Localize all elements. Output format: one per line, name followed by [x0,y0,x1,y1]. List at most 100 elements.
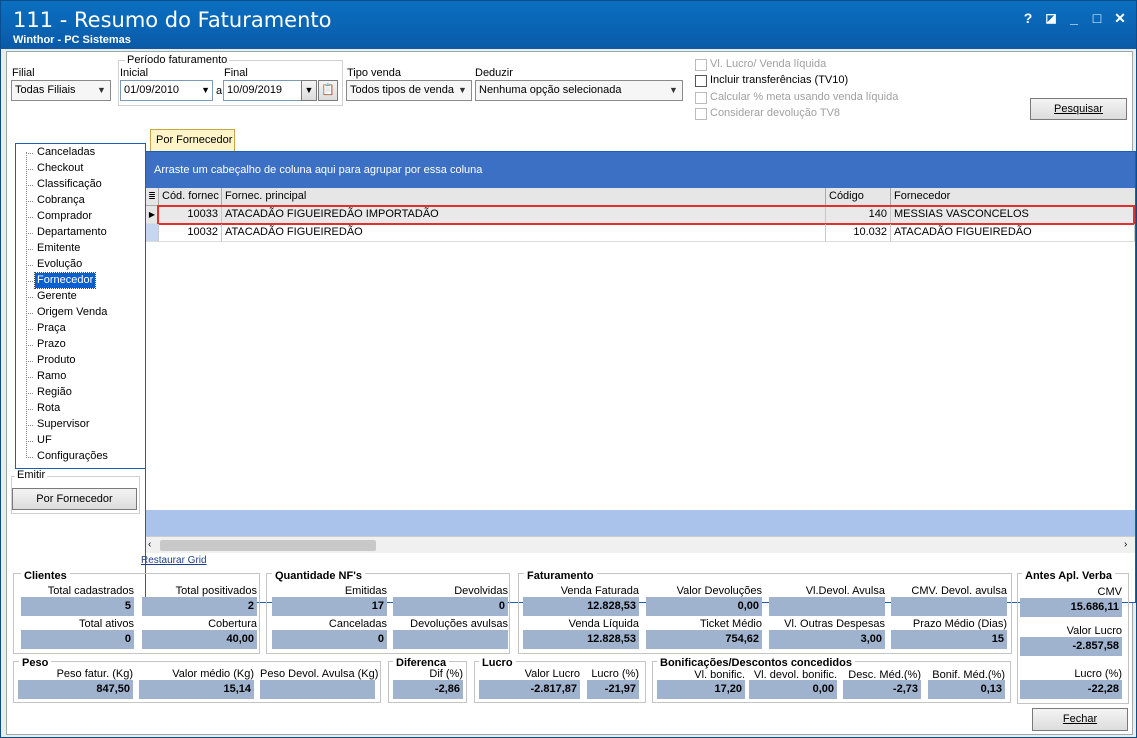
devolvidas-label: Devolvidas [454,585,508,597]
tree-guide-line [26,152,27,456]
tipo-venda-select[interactable]: Todos tipos de venda ▼ [346,80,472,101]
tab-por-fornecedor[interactable]: Por Fornecedor [150,129,235,151]
tree-item-checkout[interactable]: Checkout [35,161,85,176]
fechar-button[interactable]: Fechar [1032,708,1128,731]
restaurar-grid-link[interactable]: Restaurar Grid [141,555,207,566]
peso-devol-value [260,680,375,699]
tree-connector [26,361,33,362]
tree-item-emitente[interactable]: Emitente [35,241,82,256]
tree-item-comprador[interactable]: Comprador [35,209,94,224]
tree-item-gerente[interactable]: Gerente [35,289,79,304]
prazo-medio-value: 15 [891,630,1007,649]
cobertura-label: Cobertura [208,618,257,630]
tree-connector [26,425,33,426]
tree-connector [26,265,33,266]
vl-lucro-checkbox-label: Vl. Lucro/ Venda líquida [710,58,827,70]
col-fornec-principal[interactable]: Fornec. principal [222,188,826,206]
restore-layout-button[interactable]: ◪ [1042,9,1060,27]
calcular-meta-label: Calcular % meta usando venda líquida [710,91,899,103]
selection-highlight [157,205,1135,225]
tree-item-evolucao[interactable]: Evolução [35,257,84,272]
tree-item-ramo[interactable]: Ramo [35,369,68,384]
valor-medio-label: Valor médio (Kg) [172,668,254,680]
cmv-devol-avulsa-label: CMV. Devol. avulsa [911,585,1007,597]
tree-connector [26,409,33,410]
incluir-transferencias-checkbox[interactable] [695,75,707,87]
final-date-input[interactable]: 10/09/2019 [223,80,302,101]
col-codigo[interactable]: Código [826,188,891,206]
column-chooser-icon[interactable]: ≣ [146,188,159,206]
tree-item-supervisor[interactable]: Supervisor [35,417,92,432]
inicial-date-value: 01/09/2010 [124,84,180,96]
desc-med-value: -2,73 [843,680,921,699]
inicial-date-input[interactable]: 01/09/2010 ▼ [120,80,213,101]
por-fornecedor-emit-button[interactable]: Por Fornecedor [12,488,137,510]
venda-liquida-label: Venda Líquida [568,618,639,630]
vl-lucro-checkbox[interactable] [695,59,707,71]
total-positivados-value: 2 [142,597,257,616]
antes-valor-lucro-value: -2.857,58 [1020,637,1122,656]
chevron-down-icon: ▼ [458,85,467,95]
outras-despesas-value: 3,00 [769,630,885,649]
deduzir-value: Nenhuma opção selecionada [479,84,622,96]
peso-fatur-label: Peso fatur. (Kg) [56,668,133,680]
filial-select[interactable]: Todas Filiais ▼ [11,80,111,101]
cmv-value: 15.686,11 [1020,598,1122,617]
chevron-down-icon: ▼ [304,85,314,95]
outras-despesas-label: Vl. Outras Despesas [784,618,885,630]
tree-item-regiao[interactable]: Região [35,385,74,400]
quantidade-nfs-title: Quantidade NF's [272,570,365,582]
total-cadastrados-value: 5 [21,597,134,616]
tree-item-prazo[interactable]: Prazo [35,337,68,352]
tree-connector [26,457,33,458]
help-button[interactable]: ? [1019,9,1037,27]
tree-item-canceladas[interactable]: Canceladas [35,145,97,160]
tree-item-fornecedor[interactable]: Fornecedor [33,272,97,289]
tree-connector [26,377,33,378]
tree-item-praca[interactable]: Praça [35,321,68,336]
tree-item-cobranca[interactable]: Cobrança [35,193,87,208]
tree-connector [26,185,33,186]
tree-connector [26,249,33,250]
chevron-down-icon: ▼ [97,85,106,95]
tree-item-configuracoes[interactable]: Configurações [35,449,110,464]
title-bar: 111 - Resumo do Faturamento Winthor - PC… [1,1,1136,49]
group-by-bar[interactable]: Arraste um cabeçalho de coluna aqui para… [146,152,1135,188]
tree-item-produto[interactable]: Produto [35,353,78,368]
calendar-button[interactable]: 📋 [318,80,338,101]
maximize-button[interactable]: □ [1088,9,1106,27]
tree-item-departamento[interactable]: Departamento [35,225,109,240]
scroll-right-icon[interactable]: › [1124,539,1127,550]
tree-item-origem-venda[interactable]: Origem Venda [35,305,109,320]
lucro-valor-label: Valor Lucro [524,668,580,680]
chevron-down-icon: ▼ [669,85,678,95]
tree-connector [26,281,33,282]
considerar-devolucao-checkbox[interactable] [695,108,707,120]
canceladas-value: 0 [272,630,387,649]
devolucoes-avulsas-label: Devoluções avulsas [410,618,508,630]
minimize-button[interactable]: _ [1065,9,1083,27]
horizontal-scrollbar[interactable]: ‹ › [146,536,1135,553]
table-row[interactable]: 10033 ATACADÃO FIGUEIREDÃO IMPORTADÃO 14… [157,205,1135,225]
calcular-meta-checkbox[interactable] [695,92,707,104]
a-label: a [216,85,223,97]
col-fornecedor[interactable]: Fornecedor [891,188,1135,206]
table-row[interactable]: 10032 ATACADÃO FIGUEIREDÃO 10.032 ATACAD… [159,224,1135,242]
report-type-tree: Canceladas Checkout Classificação Cobrança C… [15,143,146,469]
pesquisar-button[interactable]: Pesquisar [1030,98,1127,120]
clientes-title: Clientes [21,570,70,582]
tree-item-uf[interactable]: UF [35,433,54,448]
emitidas-label: Emitidas [344,585,387,597]
scroll-left-icon[interactable]: ‹ [148,539,151,550]
final-date-dropdown-button[interactable]: ▼ [301,80,317,101]
tree-item-classificacao[interactable]: Classificação [35,177,104,192]
tree-connector [26,233,33,234]
final-date-value: 10/09/2019 [227,84,283,96]
window-subtitle: Winthor - PC Sistemas [13,34,131,46]
deduzir-select[interactable]: Nenhuma opção selecionada ▼ [475,80,683,101]
close-button[interactable]: ✕ [1111,9,1129,27]
tree-item-rota[interactable]: Rota [35,401,62,416]
scroll-thumb[interactable] [160,540,376,551]
chevron-down-icon: ▼ [201,85,210,95]
col-cod-fornec[interactable]: Cód. fornec [159,188,222,206]
